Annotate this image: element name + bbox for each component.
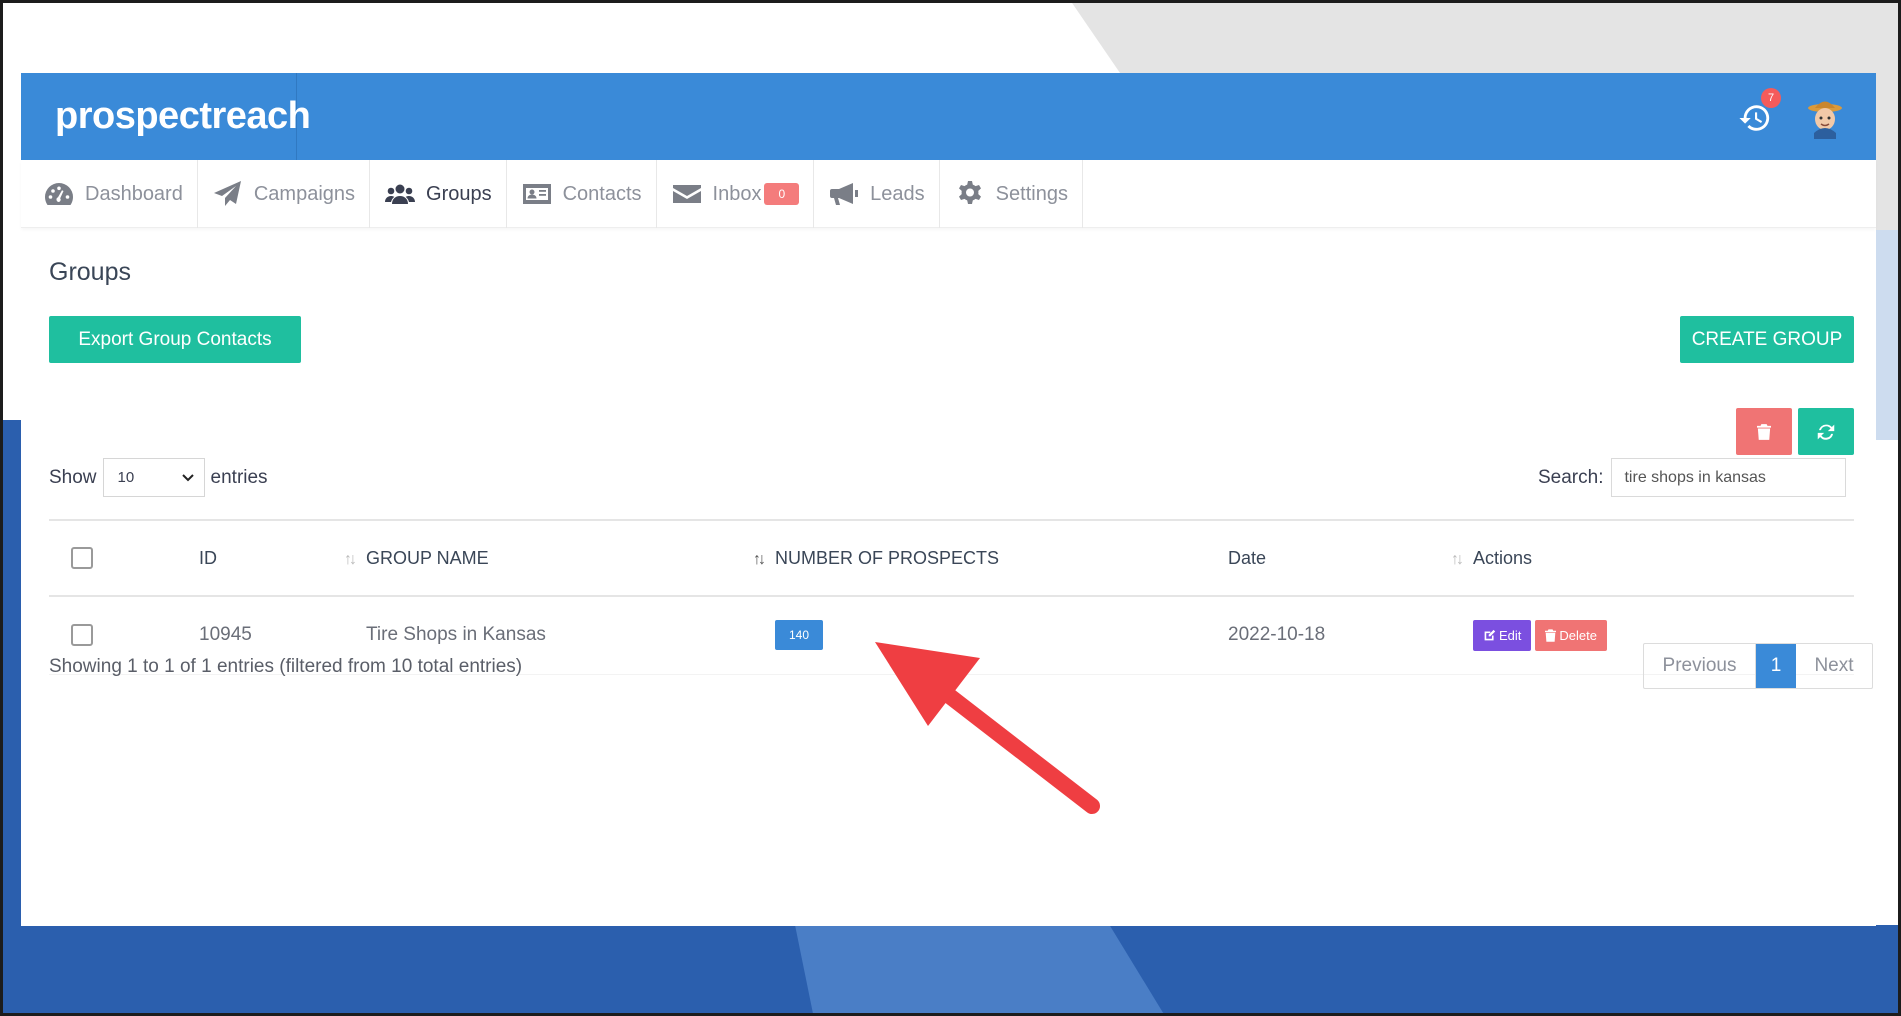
table-search: Search: bbox=[1538, 458, 1847, 497]
pagination: Previous 1 Next bbox=[1643, 643, 1873, 689]
entries-select[interactable]: 10 bbox=[102, 458, 205, 497]
annotation-arrow bbox=[875, 642, 1100, 814]
refresh-button[interactable] bbox=[1798, 408, 1854, 455]
next-page-button[interactable]: Next bbox=[1796, 644, 1872, 688]
nav-label: Groups bbox=[426, 182, 492, 205]
id-card-icon bbox=[522, 184, 551, 204]
envelope-icon bbox=[672, 185, 701, 203]
header-actions: Actions bbox=[1473, 519, 1854, 597]
nav-label: Campaigns bbox=[253, 182, 356, 205]
header-number-of-prospects[interactable]: NUMBER OF PROSPECTS bbox=[775, 519, 1228, 597]
search-label: Search: bbox=[1538, 466, 1604, 488]
prospects-count-badge[interactable]: 140 bbox=[775, 620, 824, 651]
sort-icon: ↑↓ bbox=[753, 551, 766, 568]
previous-page-button[interactable]: Previous bbox=[1644, 644, 1756, 688]
avatar[interactable] bbox=[1802, 93, 1848, 139]
sort-icon: ↑↓ bbox=[1451, 551, 1464, 568]
main-nav: Dashboard Campaigns Groups Contacts Inbo… bbox=[21, 160, 1876, 228]
header-select-all bbox=[49, 519, 199, 597]
delete-button[interactable]: Delete bbox=[1535, 619, 1607, 651]
page-1-button[interactable]: 1 bbox=[1756, 644, 1796, 688]
nav-inbox[interactable]: Inbox 0 bbox=[657, 160, 815, 228]
nav-leads[interactable]: Leads bbox=[814, 160, 940, 228]
table-header-row: ID ↑↓ GROUP NAME ↑↓ NUMBER OF PROSPECTS Da… bbox=[49, 519, 1854, 597]
notification-badge: 7 bbox=[1761, 88, 1781, 108]
export-group-contacts-button[interactable]: Export Group Contacts bbox=[49, 316, 301, 363]
nav-groups[interactable]: Groups bbox=[370, 160, 507, 228]
nav-label: Dashboard bbox=[85, 182, 183, 205]
header-date[interactable]: Date ↑↓ bbox=[1228, 519, 1473, 597]
bulk-delete-button[interactable] bbox=[1736, 408, 1792, 455]
select-all-checkbox[interactable] bbox=[71, 547, 93, 570]
trash-icon bbox=[1757, 423, 1771, 440]
trash-icon bbox=[1545, 629, 1557, 642]
create-group-button[interactable]: CREATE GROUP bbox=[1680, 316, 1854, 363]
nav-label: Inbox bbox=[712, 182, 762, 205]
table-info: Showing 1 to 1 of 1 entries (filtered fr… bbox=[49, 656, 523, 677]
gear-icon bbox=[958, 181, 981, 204]
logo-area[interactable]: prospectreach bbox=[21, 73, 311, 160]
paper-plane-icon bbox=[213, 181, 241, 206]
page-title: Groups bbox=[49, 258, 131, 286]
inbox-count-badge: 0 bbox=[764, 183, 800, 205]
users-icon bbox=[385, 184, 416, 204]
edit-icon bbox=[1484, 629, 1496, 641]
entries-label: entries bbox=[210, 466, 268, 488]
nav-contacts[interactable]: Contacts bbox=[507, 160, 657, 228]
nav-settings[interactable]: Settings bbox=[940, 160, 1083, 228]
row-date: 2022-10-18 bbox=[1228, 596, 1473, 675]
nav-dashboard[interactable]: Dashboard bbox=[21, 160, 198, 228]
nav-label: Contacts bbox=[562, 182, 642, 205]
nav-campaigns[interactable]: Campaigns bbox=[198, 160, 371, 228]
top-bar: prospectreach 7 bbox=[21, 73, 1876, 160]
sort-icon: ↑↓ bbox=[344, 551, 357, 568]
show-label: Show bbox=[49, 466, 97, 488]
row-checkbox[interactable] bbox=[71, 624, 93, 647]
entries-select-value: 10 bbox=[117, 469, 135, 486]
header-group-name[interactable]: GROUP NAME ↑↓ bbox=[366, 519, 775, 597]
megaphone-icon bbox=[830, 183, 859, 205]
dashboard-icon bbox=[44, 183, 74, 205]
entries-length-control: Show 10 entries bbox=[49, 458, 268, 497]
refresh-icon bbox=[1817, 424, 1835, 440]
background-blue-slant bbox=[795, 925, 1165, 1016]
edit-button[interactable]: Edit bbox=[1473, 619, 1532, 651]
header-id[interactable]: ID ↑↓ bbox=[199, 519, 366, 597]
logo: prospectreach bbox=[55, 95, 311, 137]
nav-label: Leads bbox=[870, 182, 925, 205]
chevron-down-icon bbox=[181, 473, 194, 481]
nav-label: Settings bbox=[995, 182, 1068, 205]
search-input[interactable] bbox=[1611, 458, 1847, 497]
